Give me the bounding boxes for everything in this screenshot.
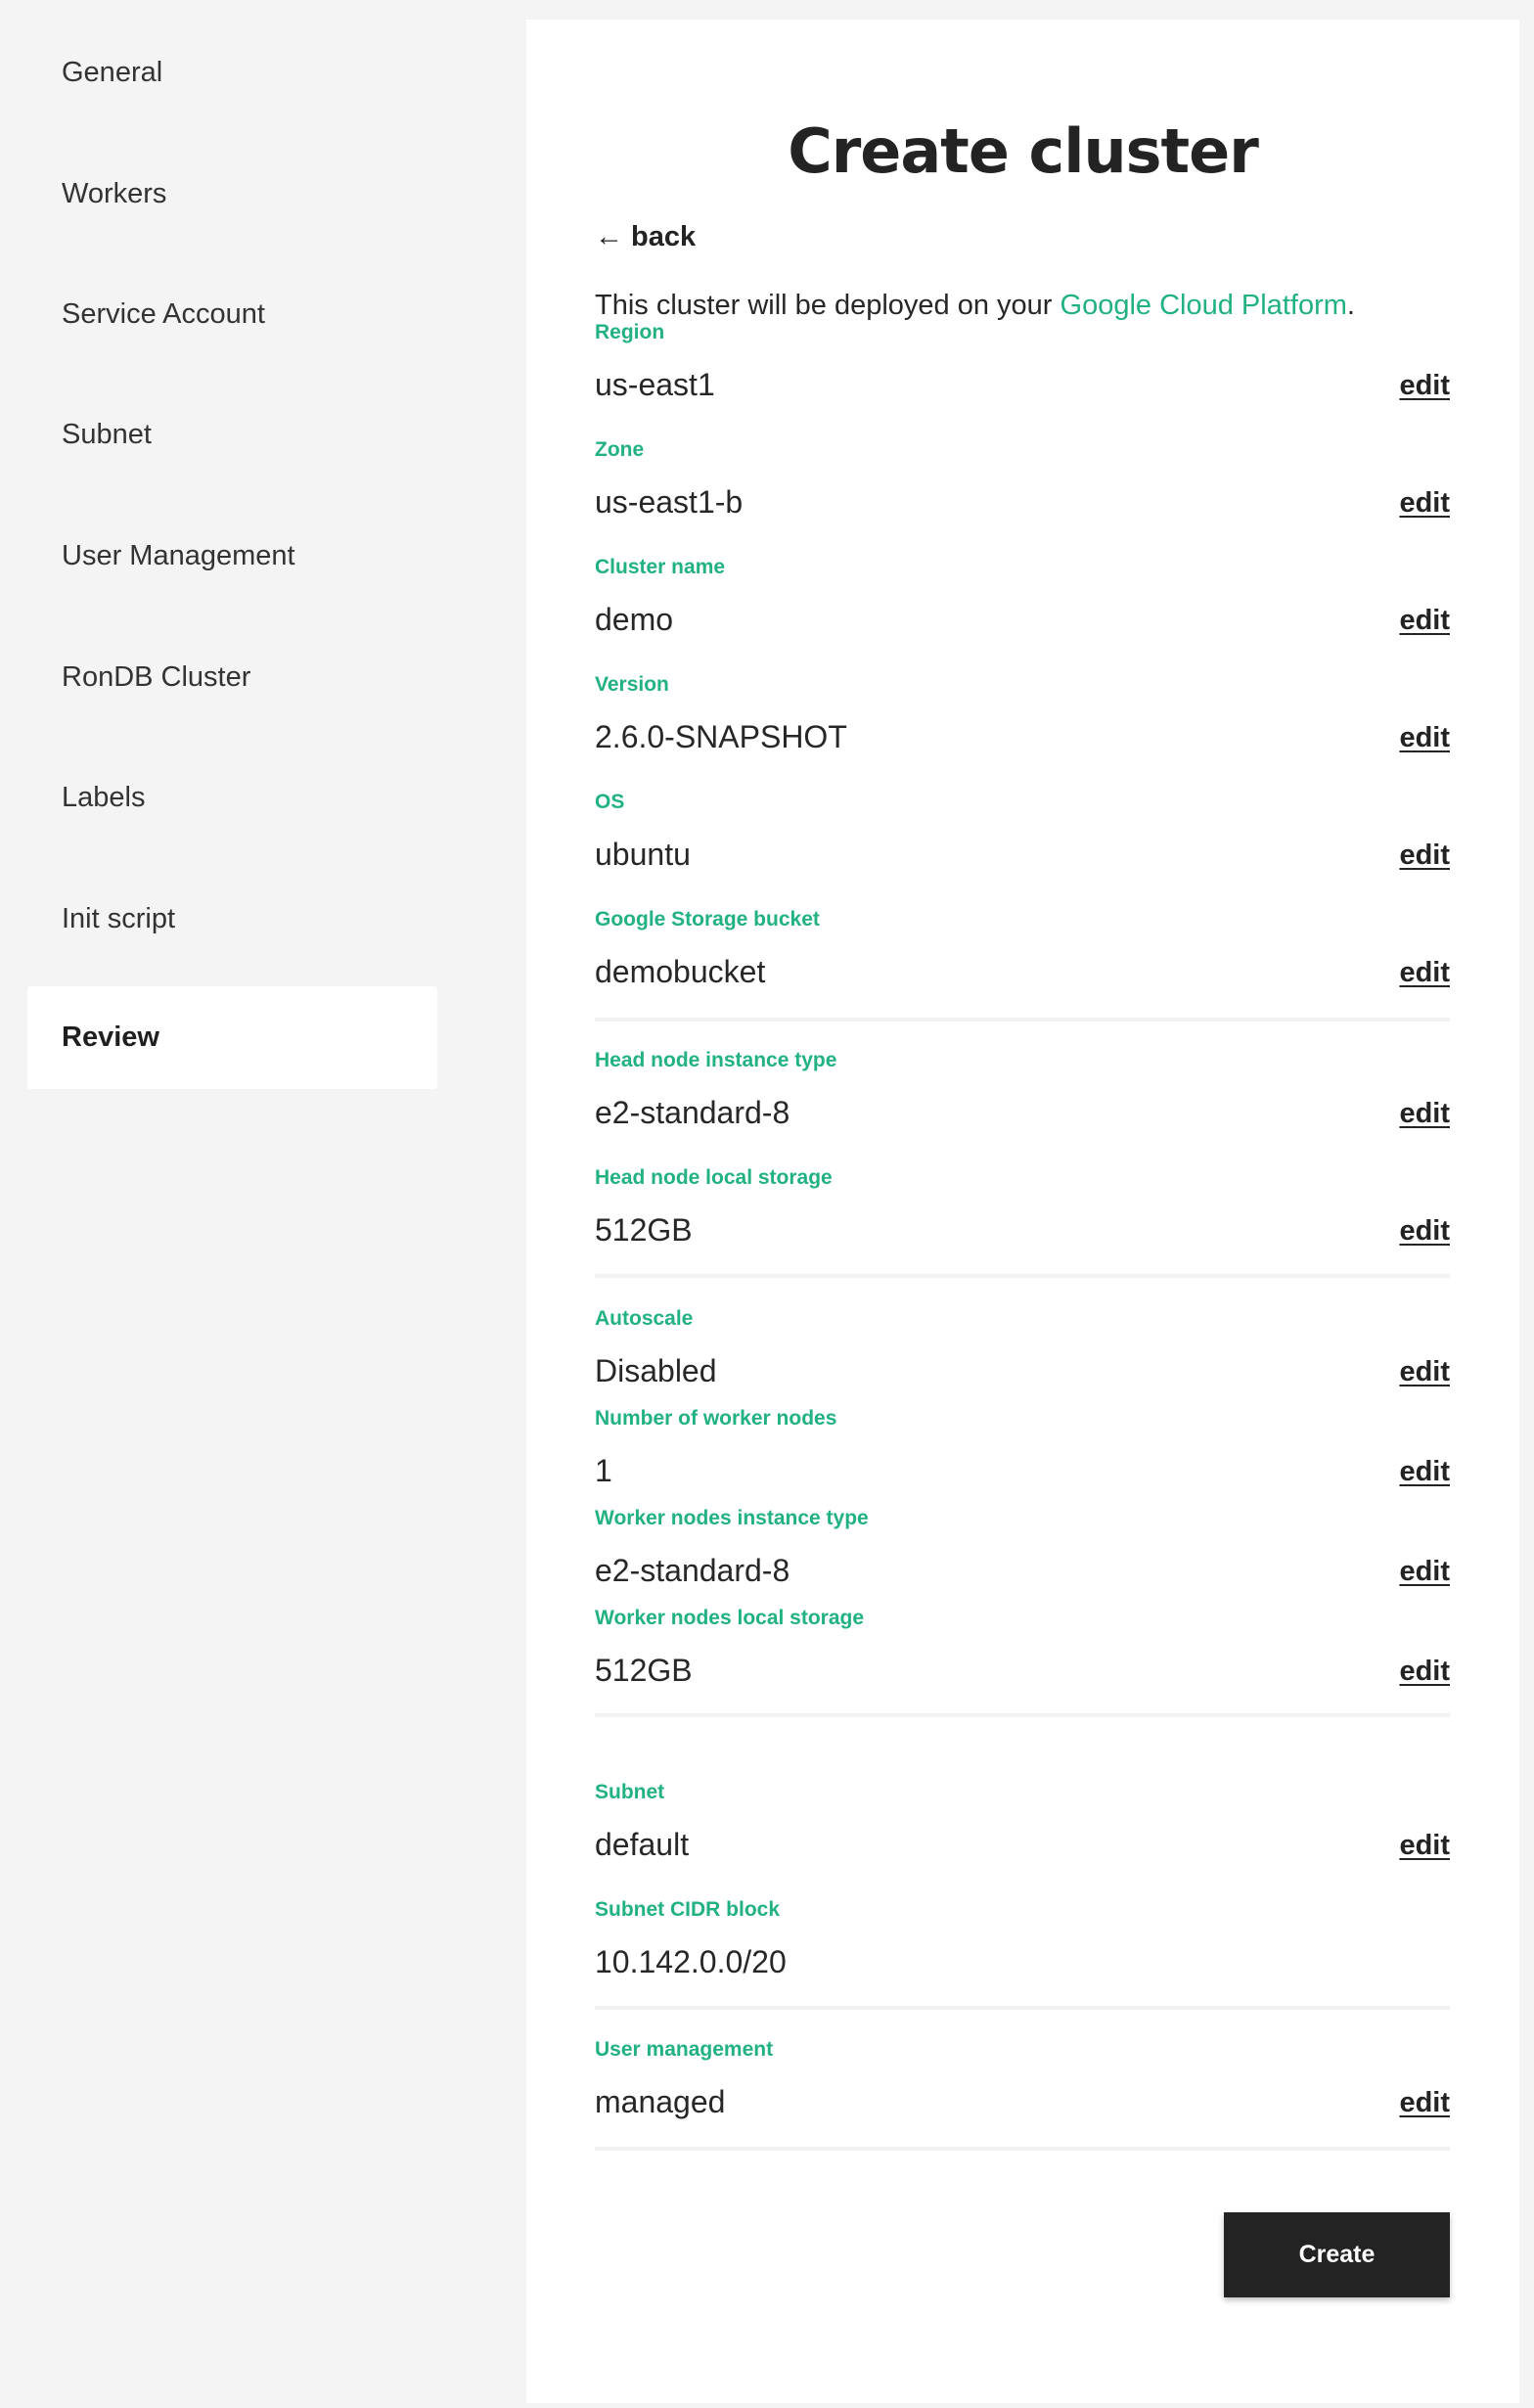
field-label-os: OS (595, 791, 625, 813)
edit-cluster-name-link[interactable]: edit (1399, 605, 1450, 637)
field-label-version: Version (595, 673, 669, 696)
field-label-storage-bucket: Google Storage bucket (595, 908, 820, 931)
sidebar-item-label: Review (62, 1022, 159, 1053)
field-value-worker-local-storage: 512GB (595, 1653, 693, 1688)
intro-text-prefix: This cluster will be deployed on your (595, 290, 1060, 321)
page-title: Create cluster (788, 115, 1259, 187)
edit-head-local-storage-link[interactable]: edit (1399, 1215, 1450, 1248)
field-value-worker-count: 1 (595, 1453, 612, 1488)
review-card: Create cluster ← back This cluster will … (526, 20, 1519, 2403)
sidebar-item-label: Init script (62, 903, 176, 934)
sidebar-item-labels[interactable]: Labels (27, 747, 437, 849)
field-value-head-local-storage: 512GB (595, 1212, 693, 1248)
edit-storage-bucket-link[interactable]: edit (1399, 957, 1450, 989)
field-value-os: ubuntu (595, 837, 691, 872)
intro-text: This cluster will be deployed on your Go… (595, 290, 1355, 322)
field-value-subnet: default (595, 1827, 690, 1862)
field-label-user-management: User management (595, 2038, 774, 2061)
field-label-worker-instance-type: Worker nodes instance type (595, 1507, 869, 1529)
field-label-head-instance-type: Head node instance type (595, 1049, 837, 1071)
field-value-cluster-name: demo (595, 602, 674, 637)
sidebar-item-label: General (62, 57, 163, 88)
field-label-autoscale: Autoscale (595, 1307, 694, 1330)
field-label-subnet-cidr: Subnet CIDR block (595, 1898, 781, 1921)
sidebar-item-service-account[interactable]: Service Account (27, 263, 437, 366)
field-label-region: Region (595, 321, 665, 343)
edit-version-link[interactable]: edit (1399, 722, 1450, 754)
sidebar-item-label: Service Account (62, 298, 265, 330)
sidebar-item-label: User Management (62, 540, 295, 571)
edit-os-link[interactable]: edit (1399, 840, 1450, 872)
field-label-subnet: Subnet (595, 1781, 665, 1803)
field-label-worker-count: Number of worker nodes (595, 1407, 837, 1430)
field-value-storage-bucket: demobucket (595, 954, 766, 989)
sidebar-item-rondb-cluster[interactable]: RonDB Cluster (27, 626, 437, 729)
edit-subnet-link[interactable]: edit (1399, 1830, 1450, 1862)
create-button[interactable]: Create (1224, 2212, 1450, 2297)
edit-worker-count-link[interactable]: edit (1399, 1456, 1450, 1488)
field-value-autoscale: Disabled (595, 1353, 717, 1388)
field-label-zone: Zone (595, 438, 645, 461)
field-label-head-local-storage: Head node local storage (595, 1166, 833, 1189)
section-divider (595, 1018, 1450, 1022)
field-value-region: us-east1 (595, 367, 715, 402)
edit-region-link[interactable]: edit (1399, 370, 1450, 402)
field-label-cluster-name: Cluster name (595, 556, 726, 578)
back-link[interactable]: ← back (595, 221, 696, 253)
sidebar: General Workers Service Account Subnet U… (0, 0, 526, 2408)
edit-user-management-link[interactable]: edit (1399, 2087, 1450, 2119)
field-value-subnet-cidr: 10.142.0.0/20 (595, 1944, 787, 1979)
edit-worker-local-storage-link[interactable]: edit (1399, 1656, 1450, 1688)
edit-worker-instance-type-link[interactable]: edit (1399, 1556, 1450, 1588)
sidebar-item-general[interactable]: General (27, 22, 437, 124)
edit-head-instance-type-link[interactable]: edit (1399, 1098, 1450, 1130)
field-value-user-management: managed (595, 2084, 726, 2119)
sidebar-item-subnet[interactable]: Subnet (27, 384, 437, 486)
section-divider (595, 2147, 1450, 2151)
sidebar-item-review[interactable]: Review (27, 986, 437, 1089)
sidebar-item-label: Labels (62, 782, 146, 813)
sidebar-item-label: RonDB Cluster (62, 661, 251, 693)
section-divider (595, 2006, 1450, 2010)
sidebar-item-label: Workers (62, 178, 167, 209)
sidebar-item-workers[interactable]: Workers (27, 143, 437, 246)
field-value-zone: us-east1-b (595, 484, 744, 520)
field-value-version: 2.6.0-SNAPSHOT (595, 719, 847, 754)
section-divider (595, 1713, 1450, 1717)
field-value-worker-instance-type: e2-standard-8 (595, 1553, 790, 1588)
section-divider (595, 1274, 1450, 1278)
google-cloud-platform-link[interactable]: Google Cloud Platform (1060, 290, 1347, 321)
sidebar-item-init-script[interactable]: Init script (27, 868, 437, 971)
edit-zone-link[interactable]: edit (1399, 487, 1450, 520)
sidebar-item-label: Subnet (62, 419, 152, 450)
edit-autoscale-link[interactable]: edit (1399, 1356, 1450, 1388)
field-value-head-instance-type: e2-standard-8 (595, 1095, 790, 1130)
intro-text-suffix: . (1346, 290, 1355, 321)
sidebar-item-user-management[interactable]: User Management (27, 505, 437, 608)
field-label-worker-local-storage: Worker nodes local storage (595, 1607, 865, 1629)
